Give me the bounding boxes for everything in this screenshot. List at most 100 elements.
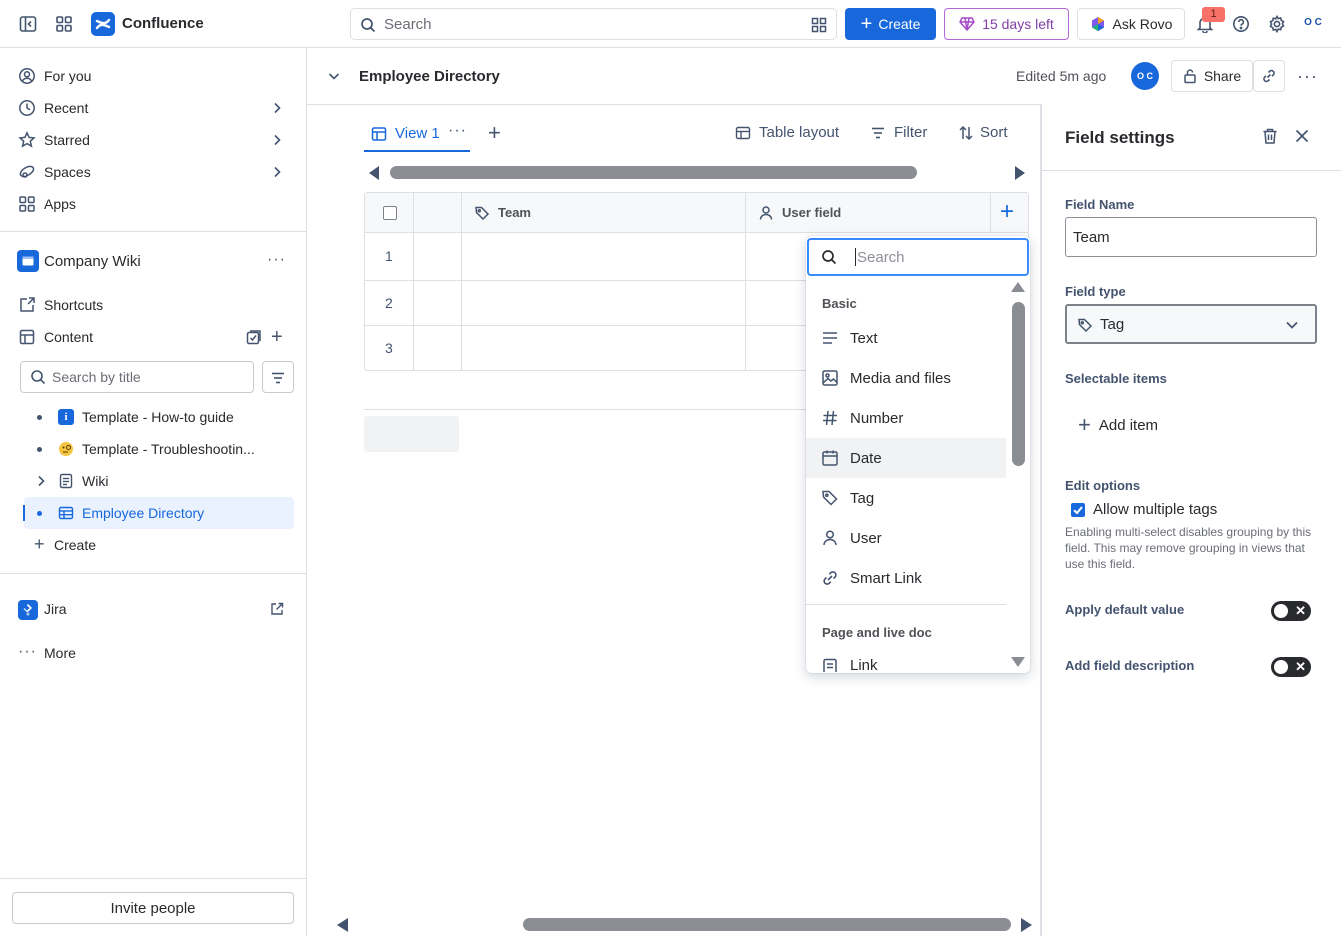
row-actions-cell — [414, 281, 462, 325]
select-all-checkbox[interactable] — [383, 206, 397, 220]
trial-button[interactable]: 15 days left — [944, 8, 1069, 40]
invite-people-button[interactable]: Invite people — [12, 892, 294, 924]
type-option-media[interactable]: Media and files — [806, 358, 1006, 398]
sidebar-filter-button[interactable] — [262, 361, 294, 393]
type-option-user[interactable]: User — [806, 518, 1006, 558]
sidebar-item-content[interactable]: Content + — [12, 321, 294, 353]
tree-item-troubleshooting[interactable]: Template - Troubleshootin... — [24, 433, 294, 465]
horizontal-scrollbar-thumb[interactable] — [390, 166, 917, 179]
vertical-scrollbar-thumb[interactable] — [1012, 302, 1025, 466]
app-switcher-icon[interactable] — [54, 14, 74, 34]
row-number: 1 — [385, 248, 393, 264]
scroll-right-arrow[interactable] — [1021, 918, 1032, 932]
filter-button[interactable]: Filter — [870, 124, 927, 141]
sidebar-create-button[interactable]: + Create — [24, 529, 294, 561]
row-number: 2 — [385, 295, 393, 311]
scroll-right-arrow[interactable] — [1015, 166, 1025, 180]
owner-avatar[interactable]: O C — [1131, 62, 1159, 90]
horizontal-scrollbar-thumb[interactable] — [523, 918, 1011, 931]
collapse-chevron-icon[interactable] — [327, 69, 341, 83]
type-option-label: Text — [850, 329, 878, 347]
toggle-off-icon: ✕ — [1295, 659, 1306, 674]
global-search-input[interactable]: Search — [350, 8, 837, 40]
chevron-right-icon[interactable] — [270, 101, 284, 115]
sort-button[interactable]: Sort — [958, 124, 1008, 141]
team-cell[interactable] — [462, 233, 746, 280]
search-icon — [359, 16, 377, 34]
team-cell[interactable] — [462, 281, 746, 325]
chevron-right-icon[interactable] — [270, 165, 284, 179]
ask-rovo-button[interactable]: Ask Rovo — [1077, 8, 1185, 40]
scroll-up-arrow[interactable] — [1011, 282, 1025, 292]
filter-grid-icon[interactable] — [810, 16, 828, 34]
multiple-tags-checkbox[interactable] — [1071, 503, 1085, 517]
sidebar-item-shortcuts[interactable]: Shortcuts — [12, 289, 294, 321]
person-icon — [758, 205, 774, 221]
sidebar-item-more[interactable]: ··· More — [12, 637, 294, 669]
create-button[interactable]: + Create — [845, 8, 936, 40]
sidebar-item-spaces[interactable]: Spaces — [12, 156, 294, 188]
tab-view-1[interactable]: View 1 ··· — [364, 118, 470, 152]
rovo-label: Ask Rovo — [1112, 16, 1173, 32]
sidebar-item-starred[interactable]: Starred — [12, 124, 294, 156]
add-column-header[interactable]: + — [991, 193, 1028, 233]
share-label: Share — [1203, 68, 1242, 84]
space-header-company-wiki[interactable]: Company Wiki ··· — [12, 245, 294, 277]
scroll-left-arrow[interactable] — [337, 918, 348, 932]
type-option-link[interactable]: Link — [806, 647, 1006, 672]
default-value-toggle[interactable]: ✕ — [1271, 601, 1311, 621]
help-icon[interactable] — [1231, 14, 1251, 34]
sidebar-toggle-icon[interactable] — [18, 14, 38, 34]
type-search-input[interactable]: Search — [807, 238, 1029, 276]
scroll-left-arrow[interactable] — [369, 166, 379, 180]
add-column-icon: + — [1000, 198, 1015, 225]
tree-item-how-to-guide[interactable]: i Template - How-to guide — [24, 401, 294, 433]
type-option-tag[interactable]: Tag — [806, 478, 1006, 518]
chevron-right-icon[interactable] — [270, 133, 284, 147]
settings-gear-icon[interactable] — [1267, 14, 1287, 34]
column-header-team[interactable]: Team — [462, 193, 746, 233]
trash-icon[interactable] — [1261, 127, 1279, 145]
selected-indicator — [23, 505, 25, 521]
page-more-icon[interactable]: ··· — [1297, 66, 1318, 87]
type-option-text[interactable]: Text — [806, 318, 1006, 358]
app-name[interactable]: Confluence — [122, 15, 204, 32]
bulk-select-icon[interactable] — [246, 329, 262, 345]
type-option-date[interactable]: Date — [806, 438, 1006, 478]
tab-more-icon[interactable]: ··· — [448, 122, 467, 140]
clock-icon — [18, 99, 36, 117]
type-option-smart-link[interactable]: Smart Link — [806, 558, 1006, 598]
copy-link-button[interactable] — [1253, 60, 1285, 92]
tree-item-wiki[interactable]: Wiki — [24, 465, 294, 497]
add-content-icon[interactable]: + — [271, 327, 283, 347]
field-name-input[interactable]: Team — [1065, 217, 1317, 257]
sidebar-search-input[interactable]: Search by title — [20, 361, 254, 393]
sidebar-item-recent[interactable]: Recent — [12, 92, 294, 124]
share-button[interactable]: Share — [1171, 60, 1253, 92]
type-option-number[interactable]: Number — [806, 398, 1006, 438]
scroll-down-arrow[interactable] — [1011, 657, 1025, 667]
field-description-toggle[interactable]: ✕ — [1271, 657, 1311, 677]
confluence-logo-icon[interactable] — [91, 12, 115, 36]
add-view-icon[interactable]: + — [488, 122, 501, 144]
multiple-tags-label[interactable]: Allow multiple tags — [1093, 501, 1217, 518]
close-icon[interactable] — [1294, 128, 1310, 144]
chevron-right-icon[interactable] — [35, 474, 47, 488]
default-value-label: Apply default value — [1065, 602, 1185, 617]
sidebar-item-apps[interactable]: Apps — [12, 188, 294, 220]
more-options-icon[interactable]: ··· — [267, 251, 286, 269]
field-type-select[interactable]: Tag — [1065, 304, 1317, 344]
tree-item-employee-directory[interactable]: Employee Directory — [23, 497, 294, 529]
plus-icon: + — [1078, 412, 1091, 437]
space-icon — [17, 250, 39, 272]
column-header-user-field[interactable]: User field — [746, 193, 991, 233]
external-link-icon[interactable] — [270, 602, 284, 616]
add-item-button[interactable]: + Add item — [1078, 412, 1158, 437]
sidebar-item-for-you[interactable]: For you — [12, 60, 294, 92]
table-layout-button[interactable]: Table layout — [735, 124, 839, 141]
sidebar-item-jira[interactable]: Jira — [12, 593, 294, 625]
tree-item-label: Template - How-to guide — [82, 409, 234, 425]
team-cell[interactable] — [462, 326, 746, 370]
search-icon — [30, 369, 46, 385]
user-avatar[interactable]: O C — [1300, 12, 1326, 36]
